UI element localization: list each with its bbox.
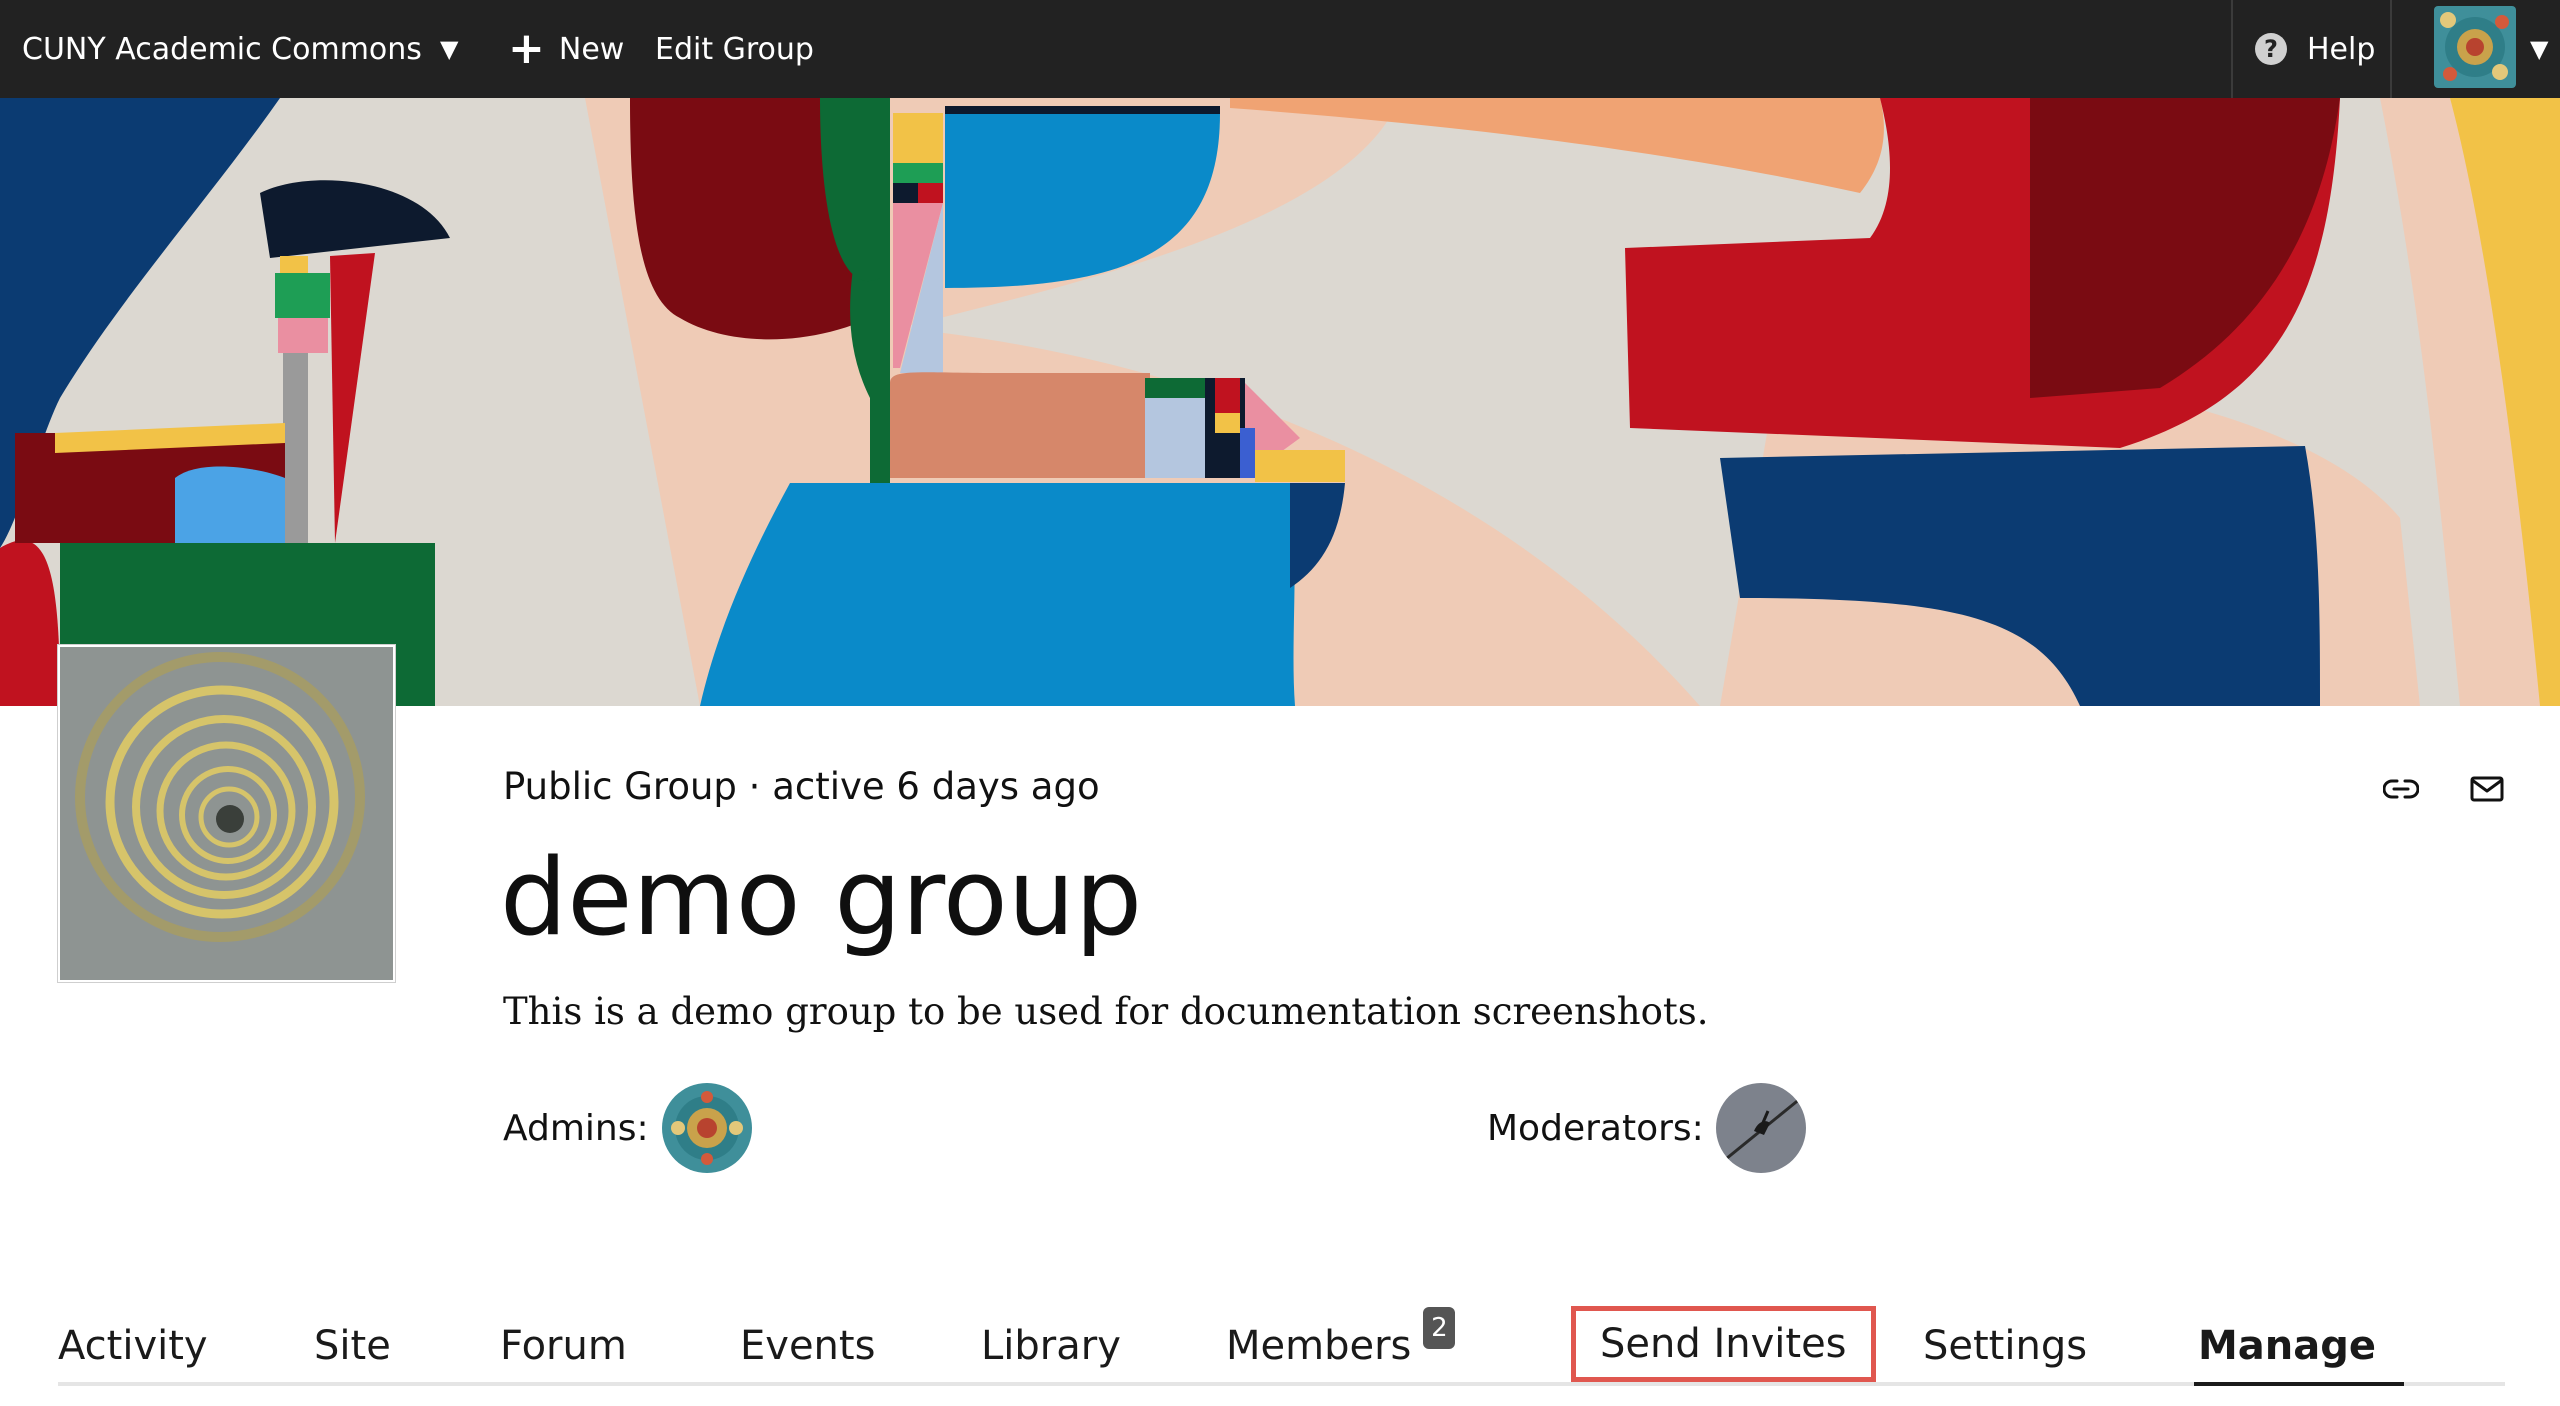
tab-events[interactable]: Events (740, 1310, 875, 1382)
tab-forum[interactable]: Forum (500, 1310, 627, 1382)
group-cover-image (0, 98, 2560, 706)
question-circle-icon: ? (2255, 33, 2287, 65)
tab-settings[interactable]: Settings (1923, 1310, 2087, 1382)
edit-group-link[interactable]: Edit Group (655, 0, 814, 98)
moderators-label: Moderators: (1487, 1108, 1704, 1149)
group-avatar-image[interactable] (58, 645, 395, 982)
group-description: This is a demo group to be used for docu… (503, 990, 1709, 1033)
admin-bar: CUNY Academic Commons ▼ + New Edit Group… (0, 0, 2560, 98)
moderator-avatar[interactable] (1716, 1083, 1806, 1173)
tab-members-label: Members (1226, 1323, 1412, 1369)
tab-manage[interactable]: Manage (2198, 1310, 2376, 1382)
group-status-meta: Public Group · active 6 days ago (503, 765, 1100, 808)
topbar-divider (2231, 0, 2233, 98)
admins-label: Admins: (503, 1108, 649, 1149)
new-content-button[interactable]: + New (508, 0, 624, 98)
members-count-badge: 2 (1423, 1307, 1456, 1349)
help-label: Help (2307, 31, 2376, 67)
tab-library[interactable]: Library (981, 1310, 1121, 1382)
group-title: demo group (500, 836, 1143, 959)
topbar-divider (2390, 0, 2392, 98)
admin-avatar[interactable] (662, 1083, 752, 1173)
tab-members[interactable]: Members 2 (1226, 1307, 1456, 1382)
account-avatar[interactable] (2434, 6, 2516, 88)
tab-send-invites[interactable]: Send Invites (1571, 1306, 1876, 1382)
site-menu-caret-icon[interactable]: ▼ (440, 0, 458, 98)
tab-site[interactable]: Site (314, 1310, 391, 1382)
plus-icon: + (508, 23, 545, 74)
help-link[interactable]: ? Help (2255, 0, 2375, 98)
site-name-link[interactable]: CUNY Academic Commons (22, 0, 422, 98)
new-content-label: New (558, 31, 625, 67)
envelope-icon[interactable] (2466, 768, 2508, 810)
group-nav-tabs: Activity Site Forum Events Library Membe… (58, 1306, 2505, 1386)
account-menu-caret-icon[interactable]: ▼ (2530, 0, 2548, 98)
copy-link-icon[interactable] (2380, 768, 2422, 810)
active-tab-indicator (2194, 1382, 2404, 1386)
tab-activity[interactable]: Activity (58, 1310, 208, 1382)
